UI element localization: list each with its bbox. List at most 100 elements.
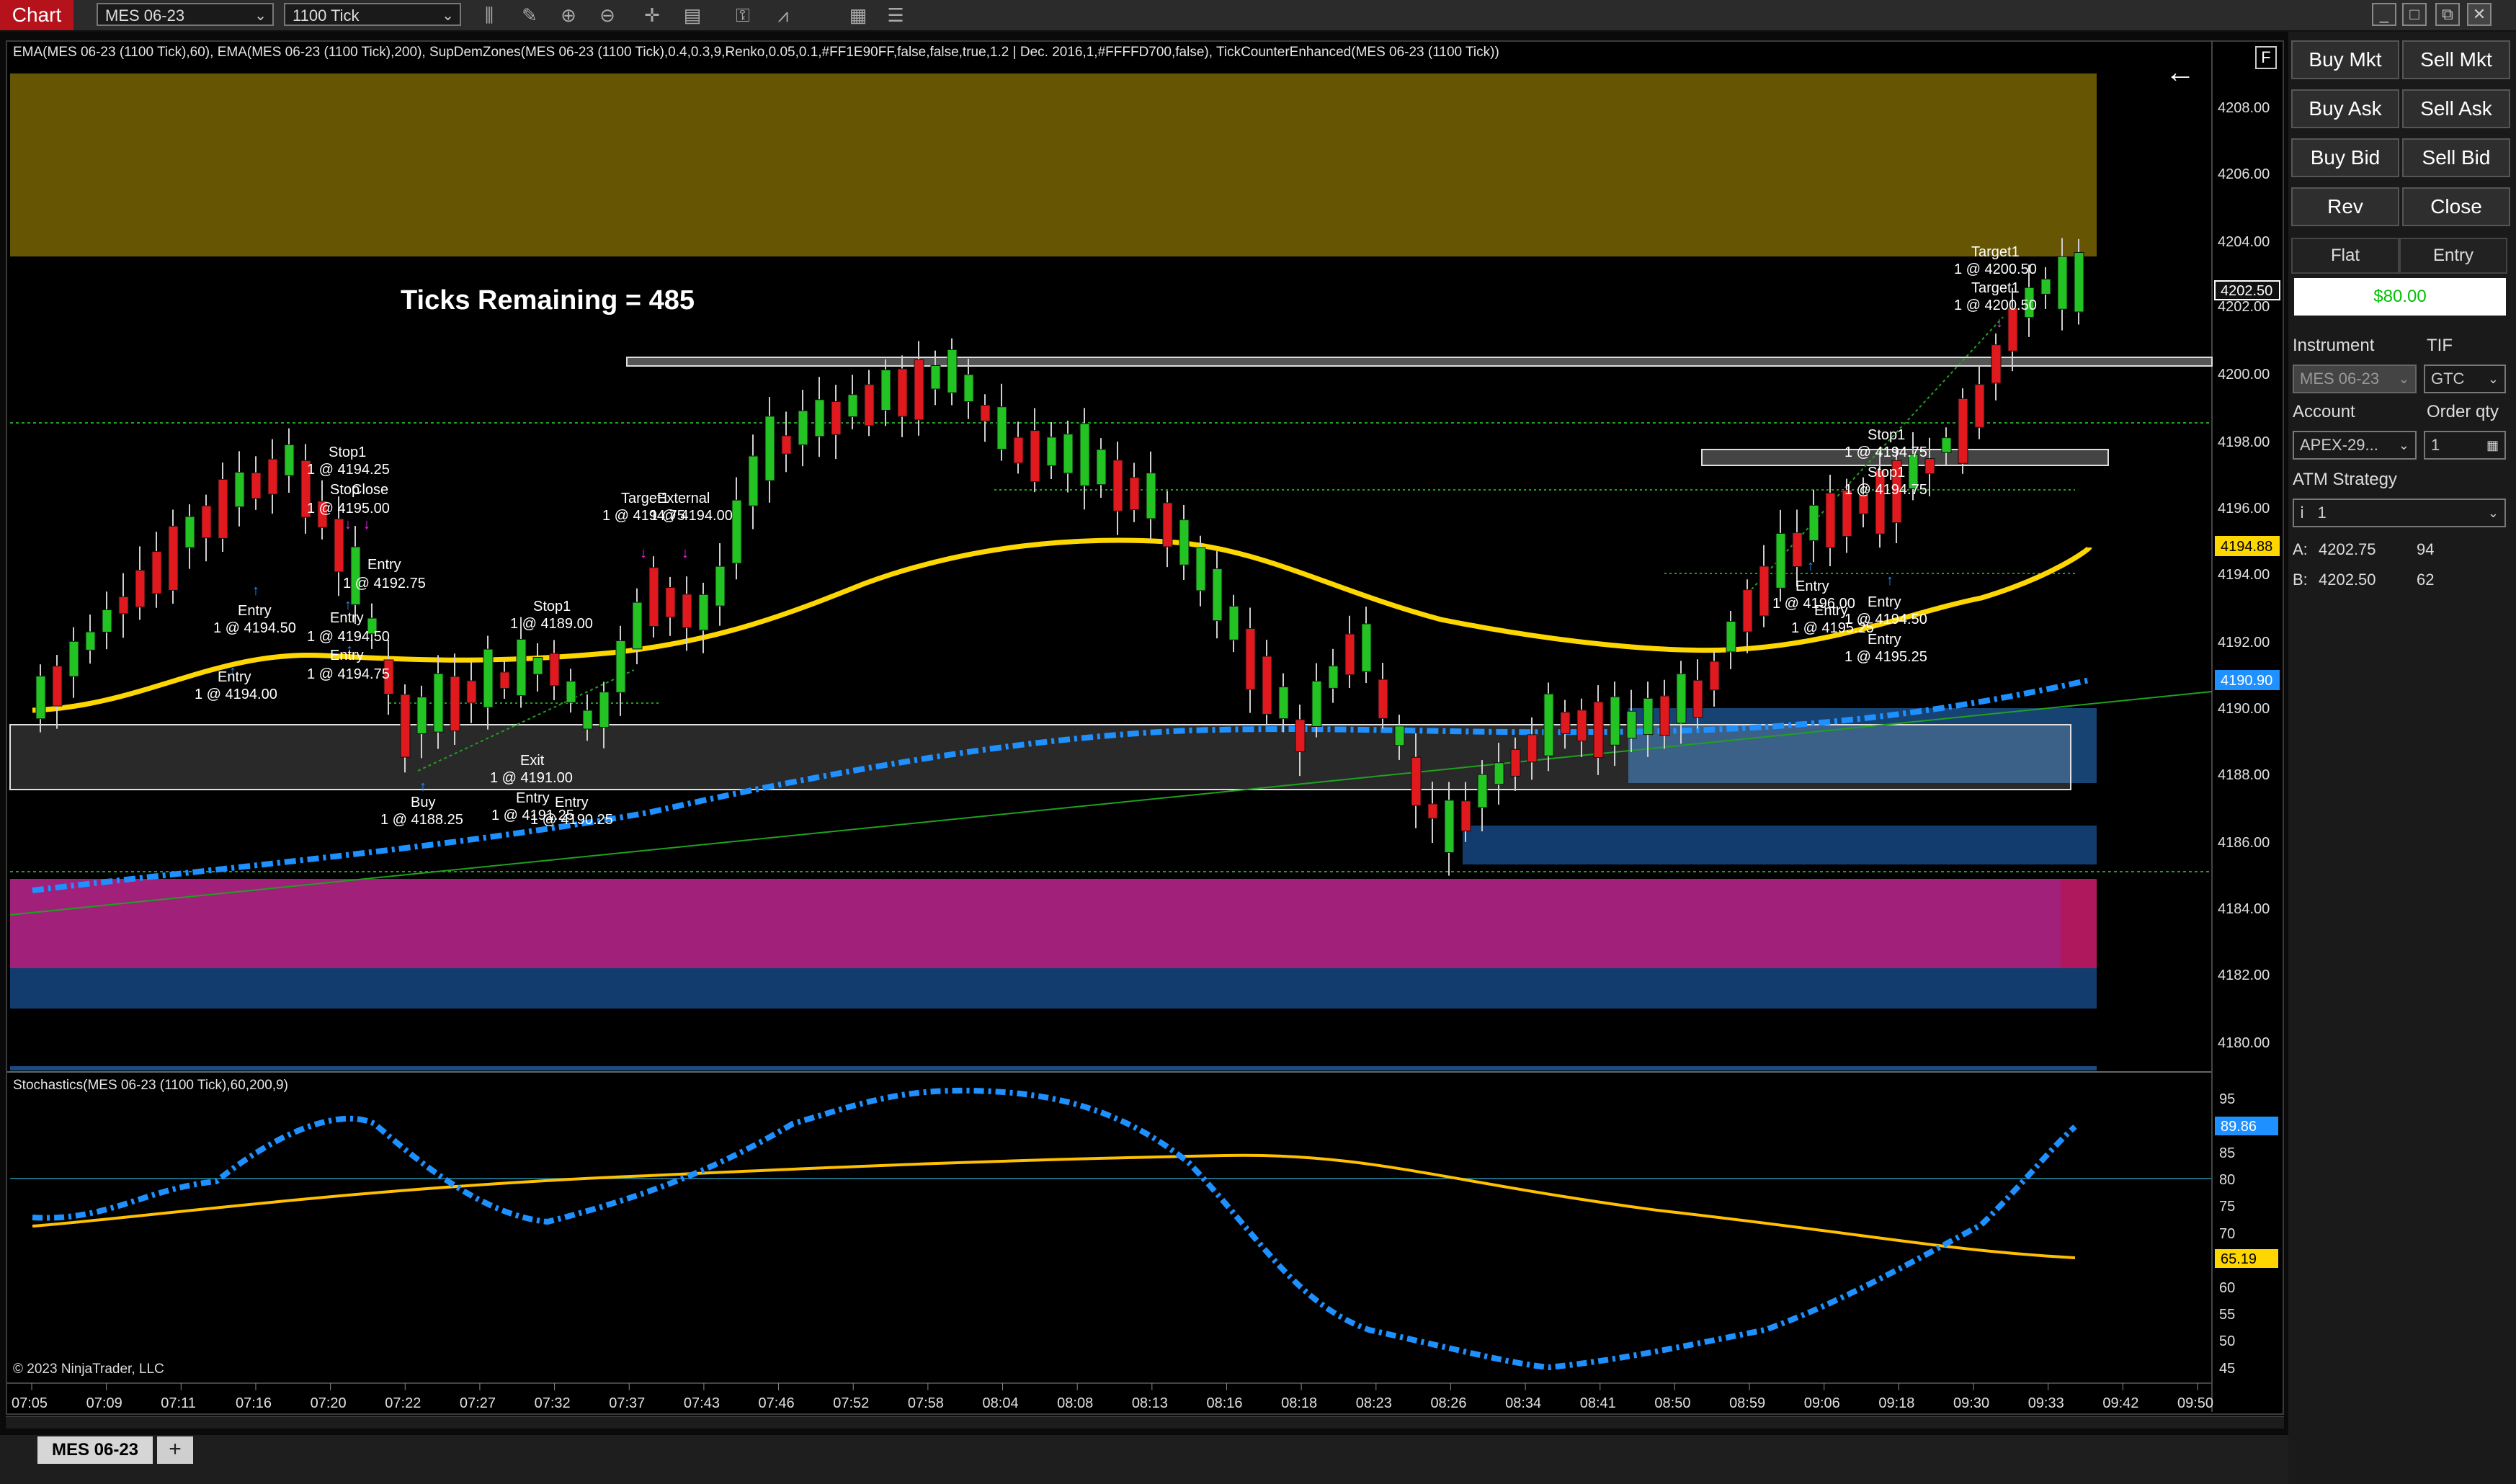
atm-strategy-dropdown[interactable]: ⅰ 1 ⌄ bbox=[2293, 499, 2506, 527]
candle-body bbox=[897, 368, 908, 417]
price-tick: 4188.00 bbox=[2218, 767, 2270, 783]
candle-body bbox=[847, 394, 858, 418]
candle-body bbox=[748, 455, 759, 506]
candle-body bbox=[1427, 803, 1438, 819]
candle-body bbox=[1692, 679, 1703, 718]
trade-label: Entry bbox=[330, 610, 364, 626]
time-tick: 09:18 bbox=[1878, 1395, 1914, 1411]
tif-dropdown-value: GTC bbox=[2431, 370, 2465, 388]
candle-body bbox=[466, 680, 477, 704]
chevron-down-icon: ⌄ bbox=[2487, 506, 2499, 520]
candle-body bbox=[234, 472, 245, 508]
trade-label: 1 @ 4194.25 bbox=[307, 462, 390, 478]
candle-body bbox=[1825, 492, 1836, 548]
instrument-tab[interactable]: MES 06-23 bbox=[37, 1436, 153, 1464]
candle-body bbox=[781, 435, 792, 455]
trade-label: Entry bbox=[1868, 632, 1901, 648]
candle-body bbox=[1924, 458, 1935, 475]
candle-body bbox=[135, 570, 146, 608]
price-tick: 4184.00 bbox=[2218, 901, 2270, 917]
stoch-k-line bbox=[32, 1087, 2077, 1371]
candle-body bbox=[118, 596, 129, 614]
indicator-legend: EMA(MES 06-23 (1100 Tick),60), EMA(MES 0… bbox=[13, 45, 1499, 60]
candle-body bbox=[1709, 661, 1720, 691]
time-tick: 08:59 bbox=[1729, 1395, 1765, 1411]
account-dropdown-value: APEX-29... bbox=[2300, 436, 2378, 454]
demand-zone-thin bbox=[10, 1066, 2097, 1070]
horizontal-scrollbar[interactable] bbox=[6, 1416, 2284, 1429]
entry-header: Entry bbox=[2399, 238, 2507, 274]
trade-label: Entry bbox=[238, 603, 272, 619]
trade-label: 1 @ 4194.75 bbox=[307, 666, 390, 682]
time-tick: 08:34 bbox=[1505, 1395, 1541, 1411]
candle-body bbox=[1477, 774, 1488, 808]
candle-body bbox=[1063, 434, 1074, 474]
time-tick: 09:30 bbox=[1953, 1395, 1989, 1411]
marker-down-arrow: ↓ bbox=[1996, 315, 2003, 331]
add-tab-button[interactable]: + bbox=[157, 1436, 193, 1464]
candle-body bbox=[1792, 532, 1803, 568]
candle-body bbox=[483, 648, 494, 708]
trade-label: 1 @ 4200.50 bbox=[1954, 298, 2037, 313]
candle-body bbox=[52, 666, 63, 707]
stoch-tick: 75 bbox=[2219, 1199, 2235, 1215]
sell-market-button[interactable]: Sell Mkt bbox=[2402, 40, 2510, 79]
marker-down-arrow: ↓ bbox=[363, 517, 370, 532]
candle-body bbox=[947, 349, 958, 393]
candle-body bbox=[532, 656, 543, 675]
candle-body bbox=[284, 444, 295, 476]
quantity-picker-icon[interactable]: ▦ bbox=[2486, 432, 2499, 458]
sell-bid-button[interactable]: Sell Bid bbox=[2402, 138, 2510, 177]
reverse-button[interactable]: Rev bbox=[2291, 187, 2399, 226]
trade-label: 1 @ 4194.50 bbox=[307, 629, 390, 645]
account-dropdown[interactable]: APEX-29... ⌄ bbox=[2293, 431, 2417, 460]
candle-body bbox=[698, 594, 709, 631]
buy-market-button[interactable]: Buy Mkt bbox=[2291, 40, 2399, 79]
instrument-field: MES 06-23 ⌄ bbox=[2293, 365, 2417, 393]
candle-body bbox=[1212, 568, 1223, 622]
f-button[interactable]: F bbox=[2255, 46, 2277, 69]
trade-label: 1 @ 4194.75 bbox=[1844, 482, 1927, 498]
time-tick: 07:43 bbox=[684, 1395, 720, 1411]
price-tick: 4204.00 bbox=[2218, 234, 2270, 250]
time-tick: 07:58 bbox=[908, 1395, 944, 1411]
order-qty-label: Order qty bbox=[2427, 402, 2499, 421]
sell-ask-button[interactable]: Sell Ask bbox=[2402, 89, 2510, 128]
candle-body bbox=[1510, 748, 1521, 777]
copyright-label: © 2023 NinjaTrader, LLC bbox=[13, 1362, 164, 1377]
trade-label: Stop1 bbox=[533, 599, 571, 614]
time-axis: 07:05 07:09 07:11 07:16 07:20 07:22 07:27 07:32… bbox=[12, 1383, 2213, 1411]
time-tick: 07:27 bbox=[460, 1395, 496, 1411]
time-tick: 07:46 bbox=[759, 1395, 795, 1411]
price-tick: 4206.00 bbox=[2218, 166, 2270, 182]
chevron-down-icon: ⌄ bbox=[2487, 372, 2499, 386]
range-box-left bbox=[9, 724, 2071, 790]
candle-body bbox=[334, 518, 344, 573]
candle-body bbox=[516, 638, 527, 697]
candle-body bbox=[433, 673, 444, 733]
trade-label: Stop1 bbox=[1868, 427, 1905, 443]
scroll-back-arrow-icon[interactable]: ← bbox=[2165, 55, 2195, 89]
candle-body bbox=[930, 365, 941, 390]
candle-body bbox=[400, 694, 411, 758]
marker-down-arrow: ↓ bbox=[682, 545, 689, 561]
buy-ask-button[interactable]: Buy Ask bbox=[2291, 89, 2399, 128]
candle-body bbox=[1742, 589, 1753, 633]
candle-body bbox=[416, 697, 427, 734]
price-tick: 4196.00 bbox=[2218, 501, 2270, 517]
price-axis: 4208.00 4206.00 4204.00 4202.00 4200.00 … bbox=[2218, 100, 2270, 1051]
buy-bid-button[interactable]: Buy Bid bbox=[2291, 138, 2399, 177]
candle-body bbox=[1460, 800, 1471, 832]
tif-dropdown[interactable]: GTC ⌄ bbox=[2424, 365, 2506, 393]
candle-body bbox=[1311, 680, 1322, 727]
candle-body bbox=[267, 458, 278, 495]
candle-body bbox=[798, 410, 808, 446]
candle-body bbox=[1262, 656, 1272, 715]
position-status: Flat bbox=[2291, 238, 2399, 274]
order-qty-input[interactable]: 1 ▦ bbox=[2424, 431, 2506, 460]
close-position-button[interactable]: Close bbox=[2402, 187, 2510, 226]
trade-label: Entry bbox=[330, 648, 364, 663]
candle-body bbox=[1411, 756, 1422, 806]
price-tick: 4202.00 bbox=[2218, 299, 2270, 315]
ema60-price-tag-text: 4194.88 bbox=[2221, 539, 2272, 555]
